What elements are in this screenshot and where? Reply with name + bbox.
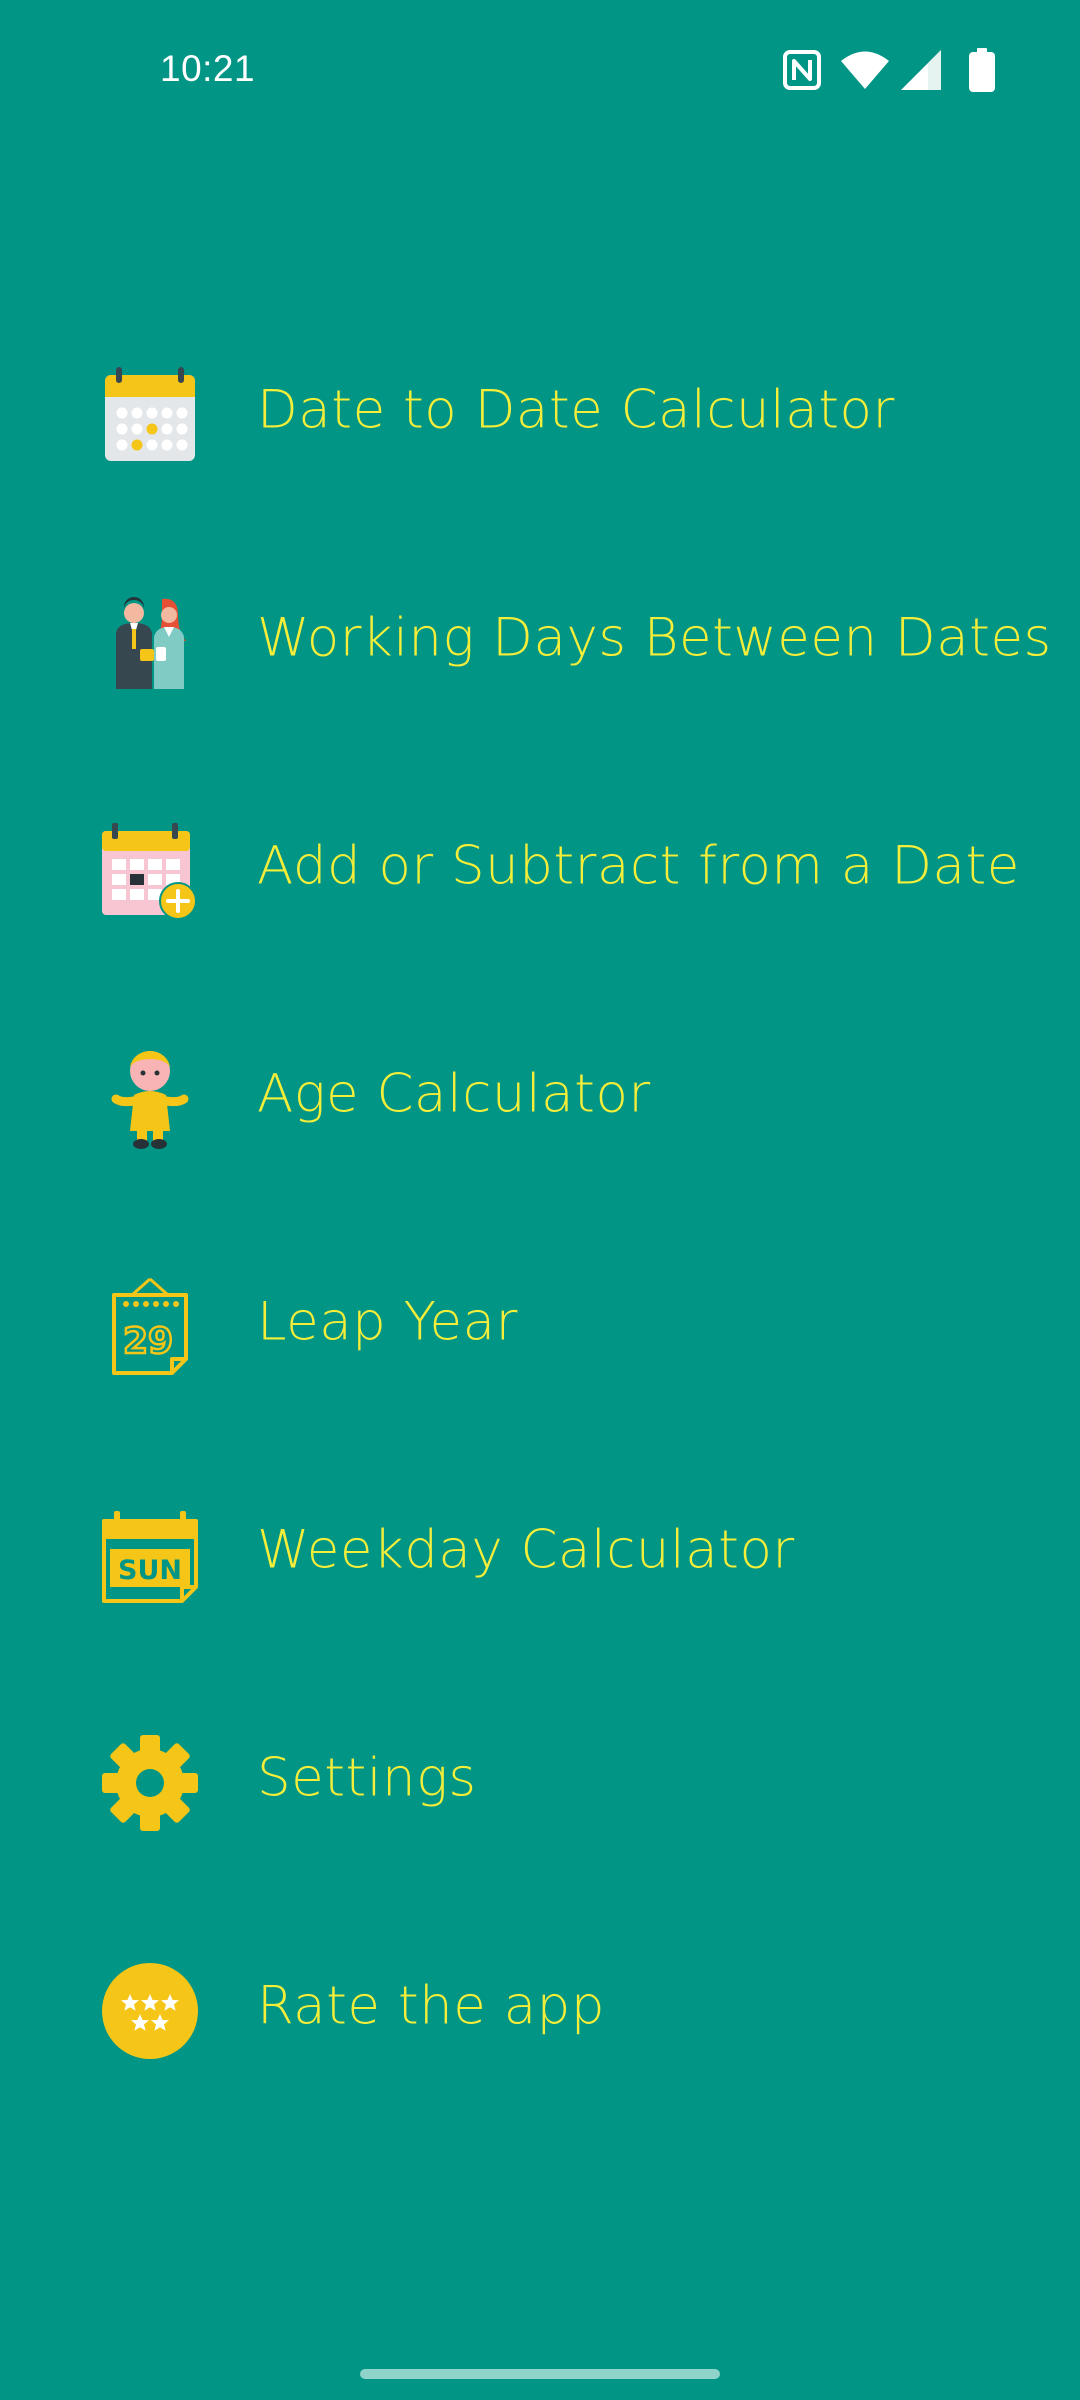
weekday-calendar-icon: SUN	[102, 1511, 198, 1603]
leap-day-number: 29	[123, 1321, 173, 1362]
menu-item-working-days[interactable]: Working Days Between Dates	[0, 548, 1080, 728]
menu-item-add-subtract[interactable]: Add or Subtract from a Date	[0, 776, 1080, 956]
menu-item-label: Add or Subtract from a Date	[257, 835, 1020, 897]
signal-icon	[901, 50, 941, 90]
menu-item-weekday-calculator[interactable]: SUN Weekday Calculator	[0, 1460, 1080, 1640]
menu-item-label: Date to Date Calculator	[257, 379, 895, 441]
menu-item-age-calculator[interactable]: Age Calculator	[0, 1004, 1080, 1184]
leap-year-calendar-icon: 29	[112, 1277, 188, 1375]
app-screen: 10:21 Date to Date Calculator Working Da…	[0, 0, 1080, 2400]
menu-item-label: Working Days Between Dates	[257, 607, 1052, 669]
status-time: 10:21	[160, 48, 256, 89]
menu-item-label: Rate the app	[257, 1975, 605, 2037]
calendar-add-icon	[102, 823, 197, 920]
menu-item-label: Age Calculator	[257, 1063, 651, 1125]
calendar-icon	[105, 367, 195, 461]
menu-item-settings[interactable]: Settings	[0, 1688, 1080, 1868]
menu-item-label: Weekday Calculator	[257, 1519, 795, 1581]
gear-icon	[102, 1735, 198, 1831]
menu-item-rate-app[interactable]: Rate the app	[0, 1916, 1080, 2096]
nfc-icon	[783, 50, 821, 90]
stars-icon	[102, 1963, 198, 2059]
wifi-icon	[841, 51, 889, 89]
gesture-nav-handle[interactable]	[360, 2369, 720, 2379]
menu-item-label: Settings	[257, 1747, 477, 1809]
menu-item-label: Leap Year	[257, 1291, 518, 1353]
menu-item-date-to-date[interactable]: Date to Date Calculator	[0, 320, 1080, 500]
status-bar: 10:21	[0, 0, 1080, 145]
menu-item-leap-year[interactable]: 29 Leap Year	[0, 1232, 1080, 1412]
weekday-text: SUN	[118, 1555, 182, 1586]
business-people-icon	[116, 597, 186, 689]
baby-icon	[111, 1051, 189, 1149]
battery-icon	[969, 48, 995, 92]
